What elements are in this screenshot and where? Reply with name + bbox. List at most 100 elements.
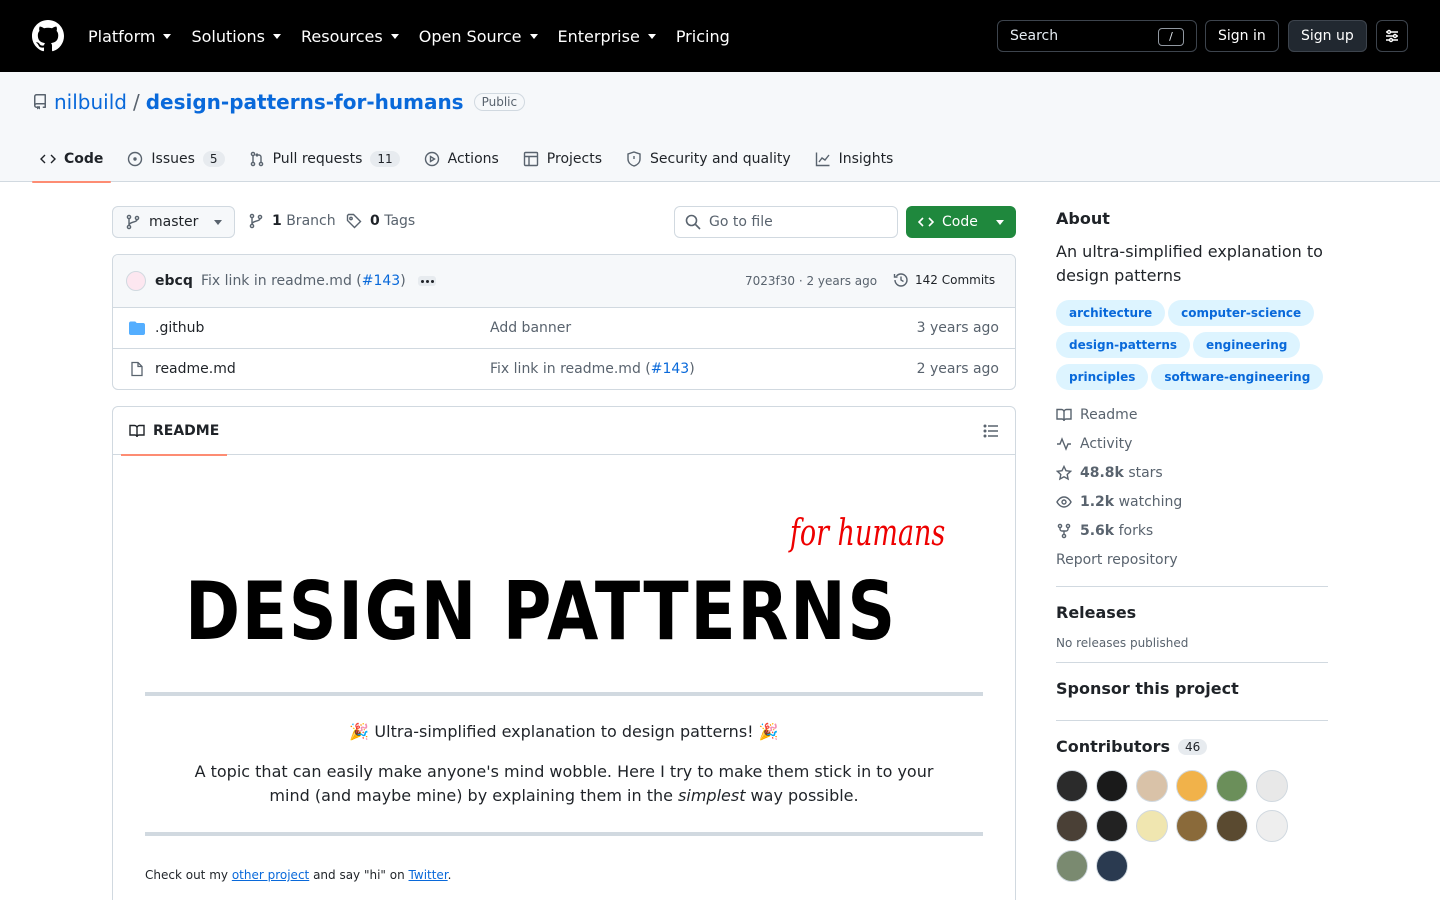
top-nav-platform[interactable]: Platform <box>88 24 172 48</box>
readme-panel: README for humans DESIGN PATTERNS 🎉 Ultr… <box>112 406 1016 900</box>
contributor-avatar[interactable] <box>1256 810 1288 842</box>
search-icon <box>685 214 701 230</box>
tab-label: Code <box>64 151 104 167</box>
file-row[interactable]: .github Add banner 3 years ago <box>113 308 1015 349</box>
topic-tag[interactable]: principles <box>1056 364 1149 390</box>
commit-message[interactable]: Fix link in readme.md (#143) <box>201 273 406 289</box>
topic-tag[interactable]: design-patterns <box>1056 332 1190 358</box>
tab-actions[interactable]: Actions <box>416 136 507 182</box>
play-icon <box>424 151 439 167</box>
tag-label: Tags <box>384 213 416 229</box>
other-project-link[interactable]: other project <box>232 868 309 882</box>
go-to-file-input[interactable]: Go to file <box>674 206 898 238</box>
author-avatar[interactable] <box>126 271 146 291</box>
contributor-avatar[interactable] <box>1176 810 1208 842</box>
contributor-avatar[interactable] <box>1176 770 1208 802</box>
top-nav-open-source[interactable]: Open Source <box>419 24 538 48</box>
contributor-avatar[interactable] <box>1136 810 1168 842</box>
top-nav-solutions[interactable]: Solutions <box>191 24 281 48</box>
commit-author-link[interactable]: ebcq <box>155 273 193 289</box>
contributor-avatar[interactable] <box>1096 810 1128 842</box>
contributor-avatar[interactable] <box>1056 770 1088 802</box>
twitter-link[interactable]: Twitter <box>409 868 448 882</box>
branches-link[interactable]: 1 Branch <box>248 213 336 229</box>
topic-tag[interactable]: engineering <box>1193 332 1301 358</box>
releases-heading[interactable]: Releases <box>1056 603 1328 622</box>
settings-menu-button[interactable] <box>1376 20 1408 52</box>
git-branch-icon <box>249 213 263 229</box>
forks-link[interactable]: 5.6k forks <box>1056 516 1328 545</box>
chevron-down-icon <box>529 33 538 39</box>
topic-tag[interactable]: computer-science <box>1168 300 1315 326</box>
topic-tag[interactable]: architecture <box>1056 300 1166 326</box>
contributor-avatar[interactable] <box>1096 850 1128 882</box>
commit-sha-time[interactable]: 7023f30 · 2 years ago <box>745 274 877 288</box>
branch-label: Branch <box>286 213 336 229</box>
file-commit-date: 3 years ago <box>916 320 999 336</box>
repo-name-link[interactable]: design-patterns-for-humans <box>146 90 464 114</box>
contributor-avatar[interactable] <box>1216 770 1248 802</box>
file-name-link[interactable]: readme.md <box>155 361 236 377</box>
tab-projects[interactable]: Projects <box>515 136 610 182</box>
contributor-avatar[interactable] <box>1056 850 1088 882</box>
tab-insights[interactable]: Insights <box>807 136 902 182</box>
file-commit-message[interactable]: Add banner <box>490 320 571 336</box>
search-button[interactable]: Search / <box>997 20 1197 52</box>
book-icon <box>129 424 145 438</box>
commits-history-link[interactable]: 142 Commits <box>893 272 995 288</box>
contributor-avatar[interactable] <box>1056 810 1088 842</box>
top-nav-label: Pricing <box>675 26 730 46</box>
top-nav-resources[interactable]: Resources <box>301 24 399 48</box>
top-nav-pricing[interactable]: Pricing <box>676 24 730 48</box>
contributor-avatar[interactable] <box>1096 770 1128 802</box>
stars-count: 48.8k <box>1080 464 1124 481</box>
watchers-link[interactable]: 1.2k watching <box>1056 487 1328 516</box>
sign-in-button[interactable]: Sign in <box>1205 20 1279 52</box>
tab-pull-requests[interactable]: Pull requests 11 <box>241 136 408 182</box>
topic-tag[interactable]: software-engineering <box>1151 364 1324 390</box>
report-repository-link[interactable]: Report repository <box>1056 545 1328 574</box>
search-shortcut-key: / <box>1158 28 1184 46</box>
tags-link[interactable]: 0 Tags <box>346 213 415 229</box>
repo-owner-link[interactable]: nilbuild <box>54 90 127 114</box>
code-dropdown-button[interactable]: Code <box>906 206 1016 238</box>
code-icon <box>40 154 56 164</box>
file-commit-message[interactable]: Fix link in readme.md (#143) <box>490 361 695 377</box>
file-commit-pr-link[interactable]: #143 <box>651 361 689 377</box>
file-commit-text: Add banner <box>490 320 572 336</box>
commits-count: 142 Commits <box>915 273 996 287</box>
readme-checkout: Check out my other project and say "hi" … <box>145 868 451 882</box>
tab-security-and-quality[interactable]: Security and quality <box>618 136 799 182</box>
topics-list: architecture computer-science design-patte… <box>1056 300 1328 390</box>
sidebar-divider <box>1056 720 1328 721</box>
tag-icon <box>346 213 362 229</box>
contributor-avatar[interactable] <box>1216 810 1248 842</box>
readme-tab-label: README <box>153 423 220 439</box>
contributor-avatar[interactable] <box>1256 770 1288 802</box>
checkout-text-3: . <box>447 868 452 882</box>
commit-pr-link[interactable]: #143 <box>362 273 400 289</box>
expand-commit-button[interactable] <box>418 276 436 286</box>
github-logo-icon[interactable] <box>32 20 64 52</box>
checkout-text-1: Check out my <box>145 868 232 882</box>
file-name-link[interactable]: .github <box>155 320 204 336</box>
search-label: Search <box>1010 28 1059 44</box>
tab-label: Security and quality <box>650 151 791 167</box>
contributor-avatar[interactable] <box>1136 770 1168 802</box>
activity-link[interactable]: Activity <box>1056 429 1328 458</box>
top-nav-enterprise[interactable]: Enterprise <box>558 24 656 48</box>
readme-link[interactable]: Readme <box>1056 400 1328 429</box>
eye-icon <box>1056 495 1072 508</box>
file-row[interactable]: readme.md Fix link in readme.md (#143) 2 y… <box>113 349 1015 389</box>
about-links: Readme Activity 48.8k stars 1.2k watchin… <box>1056 400 1328 574</box>
branch-select-button[interactable]: master <box>112 206 235 238</box>
tab-issues[interactable]: Issues 5 <box>119 136 232 182</box>
tab-code[interactable]: Code <box>32 136 112 183</box>
sliders-icon <box>1386 29 1398 43</box>
table-of-contents-icon[interactable] <box>983 423 999 439</box>
readme-tab[interactable]: README <box>121 407 227 456</box>
sign-up-button[interactable]: Sign up <box>1288 20 1367 52</box>
stars-link[interactable]: 48.8k stars <box>1056 458 1328 487</box>
tab-counter: 11 <box>370 151 400 167</box>
contributors-heading[interactable]: Contributors <box>1056 737 1170 756</box>
